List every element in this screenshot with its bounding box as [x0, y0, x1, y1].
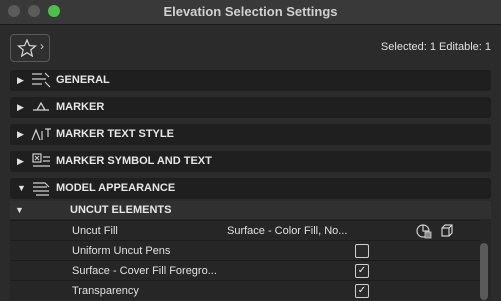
section-label: MARKER SYMBOL AND TEXT	[56, 155, 212, 167]
disclosure-arrow-icon[interactable]: ▶	[17, 75, 24, 86]
property-name: Transparency	[72, 285, 139, 297]
disclosure-arrow-icon[interactable]: ▼	[17, 183, 26, 193]
toolbar: › Selected: 1 Editable: 1	[0, 25, 501, 65]
property-row-uncut-fill[interactable]: Uncut Fill Surface - Color Fill, No...	[10, 220, 480, 241]
subsection-label: UNCUT ELEMENTS	[70, 204, 172, 216]
section-marker-text-style[interactable]: ▶ MARKER TEXT STYLE	[10, 124, 491, 145]
chevron-right-icon: ›	[40, 39, 44, 53]
vertical-scrollbar[interactable]	[480, 243, 488, 300]
property-row-transparency[interactable]: Transparency ✓	[10, 280, 480, 301]
marker-icon	[33, 101, 49, 111]
uniform-uncut-pens-checkbox[interactable]	[355, 244, 369, 258]
surface-icon[interactable]	[438, 223, 454, 239]
fill-pen-icon[interactable]	[416, 223, 432, 239]
property-row-surface-cover-fill[interactable]: Surface - Cover Fill Foregro... ✓	[10, 260, 480, 281]
disclosure-arrow-icon[interactable]: ▼	[15, 205, 24, 215]
title-bar: Elevation Selection Settings	[0, 0, 501, 25]
section-general[interactable]: ▶ GENERAL	[10, 70, 491, 91]
section-marker-symbol-and-text[interactable]: ▶ MARKER SYMBOL AND TEXT	[10, 151, 491, 172]
marker-text-style-icon	[31, 128, 51, 141]
section-label: GENERAL	[56, 74, 110, 86]
favorites-button[interactable]: ›	[10, 34, 50, 62]
disclosure-arrow-icon[interactable]: ▶	[17, 156, 24, 167]
model-appearance-panel: ▼ UNCUT ELEMENTS Uncut Fill Surface - Co…	[10, 201, 491, 300]
star-icon	[17, 39, 37, 57]
section-model-appearance[interactable]: ▼ MODEL APPEARANCE	[10, 178, 491, 199]
window-title: Elevation Selection Settings	[163, 4, 338, 19]
section-label: MARKER	[56, 101, 105, 113]
marker-symbol-icon	[32, 153, 50, 167]
section-marker[interactable]: ▶ MARKER	[10, 97, 491, 118]
property-name: Surface - Cover Fill Foregro...	[72, 265, 217, 277]
disclosure-arrow-icon[interactable]: ▶	[17, 102, 24, 113]
section-label: MARKER TEXT STYLE	[56, 128, 174, 140]
section-label: MODEL APPEARANCE	[56, 182, 176, 194]
selection-info: Selected: 1 Editable: 1	[380, 41, 491, 53]
property-name: Uniform Uncut Pens	[72, 245, 171, 257]
uncut-fill-value[interactable]: Surface - Color Fill, No...	[227, 225, 347, 237]
disclosure-arrow-icon[interactable]: ▶	[17, 129, 24, 140]
subsection-uncut-elements[interactable]: ▼ UNCUT ELEMENTS	[10, 201, 491, 219]
general-settings-icon	[32, 72, 51, 88]
property-name: Uncut Fill	[72, 225, 118, 237]
surface-cover-fill-checkbox[interactable]: ✓	[355, 264, 369, 278]
model-appearance-icon	[33, 182, 50, 196]
property-row-uniform-uncut-pens[interactable]: Uniform Uncut Pens	[10, 240, 480, 261]
transparency-checkbox[interactable]: ✓	[355, 284, 369, 298]
